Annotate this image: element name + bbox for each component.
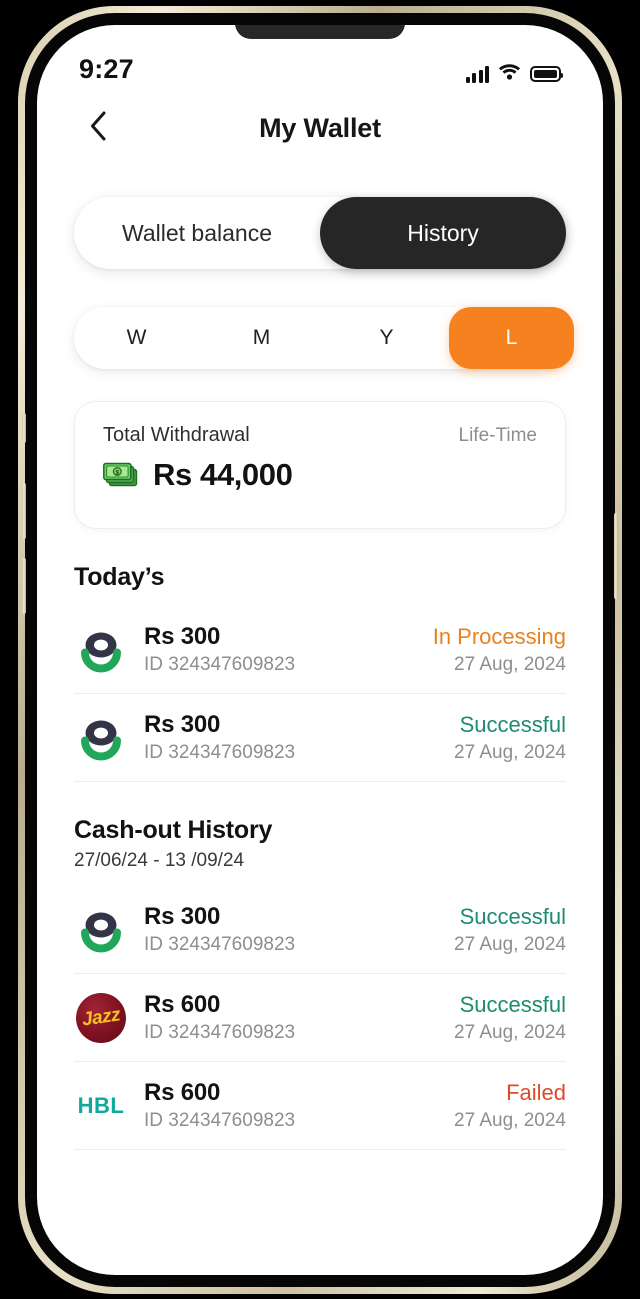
transaction-id: ID 324347609823 [144, 934, 296, 955]
chevron-left-icon [89, 111, 107, 146]
status-badge: Successful [459, 903, 566, 929]
transaction-details: Rs 300 ID 324347609823 [144, 623, 433, 676]
jazz-logo-circle: Jazz [76, 992, 126, 1043]
summary-card-header: Total Withdrawal Life-Time [103, 424, 537, 447]
transaction-id: ID 324347609823 [144, 1022, 296, 1043]
summary-amount-row: $ Rs 44,000 [103, 457, 537, 493]
transaction-amount: Rs 300 [144, 711, 221, 738]
jazz-logo: Jazz [74, 991, 128, 1045]
transaction-meta: Successful 27 Aug, 2024 [454, 712, 566, 764]
back-button[interactable] [81, 111, 115, 145]
summary-amount: Rs 44,000 [153, 457, 293, 492]
period-tab-y[interactable]: Y [324, 307, 449, 369]
todays-transaction-list: Rs 300 ID 324347609823 In Processing 27 … [74, 606, 566, 782]
summary-period: Life-Time [458, 425, 537, 446]
phone-frame: 9:27 My Wallet Wallet balance History W … [18, 6, 622, 1294]
total-withdrawal-card: Total Withdrawal Life-Time $ Rs 44,000 [74, 401, 566, 529]
transaction-meta: In Processing 27 Aug, 2024 [433, 624, 566, 676]
wifi-icon [498, 63, 521, 85]
transaction-id: ID 324347609823 [144, 1110, 296, 1131]
cashout-date-range: 27/06/24 - 13 /09/24 [74, 850, 245, 871]
transaction-date: 27 Aug, 2024 [454, 933, 566, 955]
nav-header: My Wallet [37, 91, 603, 165]
signal-bars-icon [465, 65, 489, 83]
wallet-tabs: Wallet balance History [74, 197, 566, 269]
table-row[interactable]: Rs 300 ID 324347609823 Successful 27 Aug… [74, 886, 566, 974]
cashout-transaction-list: Rs 300 ID 324347609823 Successful 27 Aug… [74, 886, 566, 1150]
transaction-date: 27 Aug, 2024 [454, 1021, 566, 1043]
power-button[interactable] [614, 513, 618, 599]
transaction-details: Rs 300 ID 324347609823 [144, 711, 454, 764]
transaction-details: Rs 600 ID 324347609823 [144, 1079, 454, 1132]
easypaisa-logo [74, 711, 128, 765]
transaction-date: 27 Aug, 2024 [454, 653, 566, 675]
status-badge: Successful [459, 991, 566, 1017]
transaction-amount: Rs 600 [144, 1079, 221, 1106]
hbl-logo-text: HBL [77, 1092, 125, 1118]
phone-screen: 9:27 My Wallet Wallet balance History W … [37, 25, 603, 1275]
cashout-history-heading: Cash-out History [74, 816, 273, 844]
content-area: Wallet balance History W M Y L Total Wit… [37, 197, 603, 1150]
status-badge: In Processing [432, 623, 566, 649]
transaction-amount: Rs 300 [144, 903, 221, 930]
status-icons [465, 63, 563, 85]
volume-up-button[interactable] [22, 483, 26, 539]
period-tabs: W M Y L [74, 307, 574, 369]
transaction-amount: Rs 300 [144, 623, 221, 650]
phone-bezel: 9:27 My Wallet Wallet balance History W … [22, 13, 618, 1287]
transaction-meta: Successful 27 Aug, 2024 [454, 992, 566, 1044]
table-row[interactable]: Rs 300 ID 324347609823 In Processing 27 … [74, 606, 566, 694]
transaction-date: 27 Aug, 2024 [454, 1109, 566, 1131]
hbl-logo: HBL [74, 1079, 128, 1133]
table-row[interactable]: Jazz Rs 600 ID 324347609823 Successful 2… [74, 974, 566, 1062]
easypaisa-logo [74, 903, 128, 957]
status-time: 9:27 [79, 54, 134, 84]
todays-heading: Today’s [74, 563, 165, 591]
jazz-logo-text: Jazz [80, 1003, 122, 1031]
status-badge: Successful [459, 711, 566, 737]
battery-full-icon [530, 66, 563, 82]
status-badge: Failed [506, 1079, 566, 1105]
transaction-amount: Rs 600 [144, 991, 221, 1018]
period-tab-w[interactable]: W [74, 307, 199, 369]
table-row[interactable]: HBL Rs 600 ID 324347609823 Failed 27 Aug… [74, 1062, 566, 1150]
money-banknotes-icon: $ [103, 462, 141, 488]
transaction-id: ID 324347609823 [144, 654, 296, 675]
dynamic-island [235, 25, 405, 39]
transaction-details: Rs 600 ID 324347609823 [144, 991, 454, 1044]
easypaisa-logo [74, 623, 128, 677]
table-row[interactable]: Rs 300 ID 324347609823 Successful 27 Aug… [74, 694, 566, 782]
volume-down-button[interactable] [22, 558, 26, 614]
page-title: My Wallet [259, 112, 381, 143]
tab-history[interactable]: History [320, 197, 566, 269]
transaction-meta: Failed 27 Aug, 2024 [454, 1080, 566, 1132]
transaction-meta: Successful 27 Aug, 2024 [454, 904, 566, 956]
transaction-id: ID 324347609823 [144, 742, 296, 763]
tab-wallet-balance[interactable]: Wallet balance [74, 197, 320, 269]
transaction-details: Rs 300 ID 324347609823 [144, 903, 454, 956]
period-tab-l[interactable]: L [449, 307, 574, 369]
transaction-date: 27 Aug, 2024 [454, 741, 566, 763]
summary-label: Total Withdrawal [103, 424, 250, 446]
period-tab-m[interactable]: M [199, 307, 324, 369]
silence-switch[interactable] [22, 413, 26, 443]
